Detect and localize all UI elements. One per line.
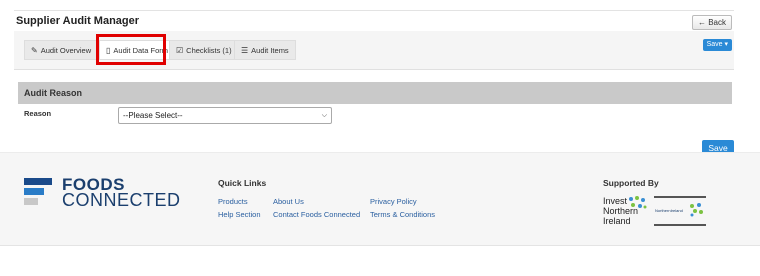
supported-by: Supported By Invest Northern Ireland Nor… [603,178,743,226]
northern-ireland-logo: NorthernIreland [654,196,706,226]
ni-logo-text: NorthernIreland [655,208,683,213]
link-help-section[interactable]: Help Section [218,210,261,219]
tab-audit-items[interactable]: ☰ Audit Items [234,40,296,60]
tab-label: Audit Overview [40,46,92,55]
title-bar: Supplier Audit Manager ← Back [14,10,734,30]
quick-links-title: Quick Links [218,178,267,188]
quick-links: Quick Links Products About Us Privacy Po… [218,178,435,219]
page-title: Supplier Audit Manager [16,15,140,27]
logo-bar-1 [24,178,52,185]
link-privacy-policy[interactable]: Privacy Policy [370,197,417,206]
back-label: Back [708,18,726,27]
audit-app: Supplier Audit Manager ← Back ✎ Audit Ove… [14,10,734,157]
checkbox-icon: ☑ [176,46,184,55]
link-terms[interactable]: Terms & Conditions [370,210,435,219]
tab-strip: ✎ Audit Overview ▯ Audit Data Form ☑ Checkl… [14,31,734,70]
highlight-box [96,34,166,65]
tab-audit-overview[interactable]: ✎ Audit Overview [24,40,99,60]
save-dropdown-button[interactable]: Save ▾ [702,39,732,51]
back-button[interactable]: ← Back [691,15,732,30]
reason-select-value: --Please Select-- [123,111,183,120]
logo-bar-3 [24,198,38,205]
logo-word-connected: CONNECTED [62,190,181,210]
invest-line: Ireland [603,216,631,226]
reason-label: Reason [24,109,52,118]
list-icon: ☰ [241,46,249,55]
section-title: Audit Reason [18,82,732,104]
logo-bar-2 [24,188,44,195]
footer: FOODS CONNECTED Quick Links Products Abo… [0,152,760,246]
reason-select[interactable]: --Please Select-- ⌵ [118,107,332,124]
invest-dots-icon [629,196,647,209]
chevron-down-icon: ⌵ [321,112,327,119]
tab-label: Checklists (1) [186,46,232,55]
tab-checklists[interactable]: ☑ Checklists (1) [169,40,239,60]
link-about-us[interactable]: About Us [273,197,304,206]
link-contact[interactable]: Contact Foods Connected [273,210,360,219]
pencil-icon: ✎ [31,46,38,55]
tab-label: Audit Items [251,46,289,55]
ni-dots-icon [690,203,703,217]
supported-by-title: Supported By [603,178,659,188]
link-products[interactable]: Products [218,197,248,206]
arrow-left-icon: ← [697,18,706,27]
